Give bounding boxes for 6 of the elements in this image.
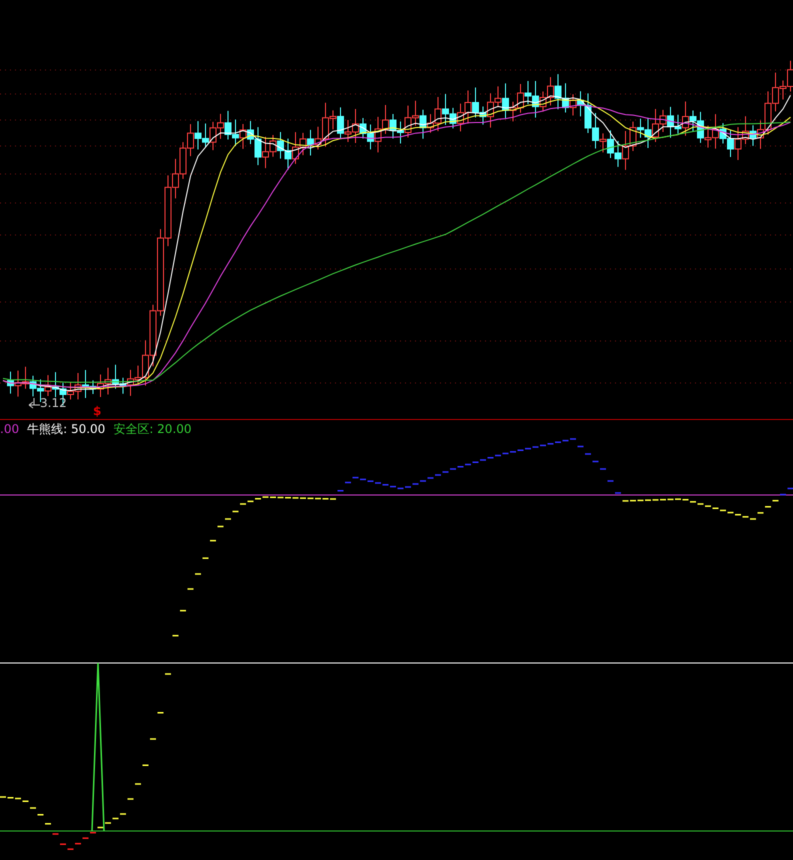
arrow-icon [28,397,40,409]
legend-label: 安全区: 20.00 [113,420,192,438]
signal-marker: $ [93,404,102,418]
legend-label: .00 [0,422,20,436]
price-label: 3.12 [40,396,67,410]
legend-label: 牛熊线: 50.00 [27,420,106,438]
